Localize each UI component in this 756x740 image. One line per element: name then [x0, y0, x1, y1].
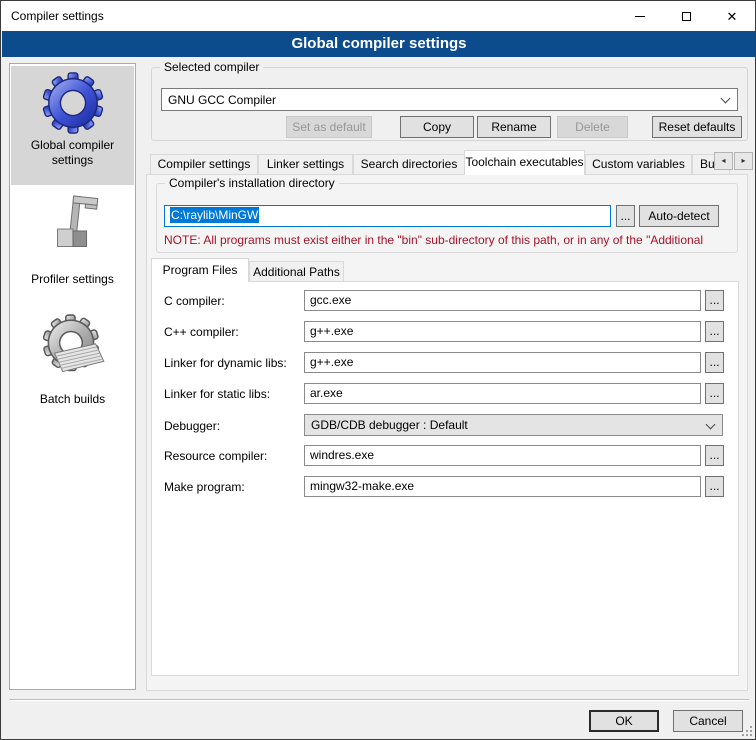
- static-linker-browse-button[interactable]: ...: [705, 383, 724, 404]
- tab-additional-paths[interactable]: Additional Paths: [249, 261, 344, 282]
- chevron-down-icon: [706, 420, 716, 430]
- gray-gear-stack-icon: [40, 312, 106, 388]
- sidebar-item-label: Global compiler settings: [11, 138, 134, 168]
- sidebar-item-global-compiler-settings[interactable]: Global compiler settings: [11, 72, 134, 168]
- tab-program-files[interactable]: Program Files: [151, 258, 249, 282]
- title-bar[interactable]: Compiler settings ✕: [1, 1, 755, 31]
- c-compiler-input[interactable]: gcc.exe: [304, 290, 701, 311]
- blue-gear-icon: [42, 72, 104, 134]
- rename-button[interactable]: Rename: [477, 116, 551, 138]
- tab-search-directories[interactable]: Search directories: [353, 154, 465, 174]
- auto-detect-button[interactable]: Auto-detect: [639, 205, 719, 227]
- make-program-label: Make program:: [164, 480, 245, 494]
- make-program-input[interactable]: mingw32-make.exe: [304, 476, 701, 497]
- static-linker-input[interactable]: ar.exe: [304, 383, 701, 404]
- close-icon: ✕: [727, 10, 738, 23]
- compiler-select[interactable]: GNU GCC Compiler: [161, 88, 738, 111]
- dialog-header: Global compiler settings: [2, 31, 756, 57]
- maximize-icon: [682, 12, 691, 21]
- resize-grip[interactable]: [741, 725, 752, 736]
- dynamic-linker-input[interactable]: g++.exe: [304, 352, 701, 373]
- resource-compiler-input[interactable]: windres.exe: [304, 445, 701, 466]
- installation-directory-group-label: Compiler's installation directory: [165, 176, 339, 190]
- arrow-left-icon: ◂: [721, 156, 725, 165]
- close-button[interactable]: ✕: [709, 1, 755, 31]
- c-compiler-label: C compiler:: [164, 294, 225, 308]
- static-linker-label: Linker for static libs:: [164, 387, 270, 401]
- tab-scroll-right-button[interactable]: ▸: [734, 152, 753, 170]
- selected-compiler-group-label: Selected compiler: [160, 60, 263, 74]
- c-compiler-browse-button[interactable]: ...: [705, 290, 724, 311]
- resource-compiler-browse-button[interactable]: ...: [705, 445, 724, 466]
- arrow-right-icon: ▸: [741, 156, 745, 165]
- tab-scroll-left-button[interactable]: ◂: [714, 152, 733, 170]
- make-program-browse-button[interactable]: ...: [705, 476, 724, 497]
- tab-toolchain-executables[interactable]: Toolchain executables: [464, 150, 585, 175]
- cpp-compiler-browse-button[interactable]: ...: [705, 321, 724, 342]
- chevron-down-icon: [721, 94, 731, 104]
- sidebar-item-batch-builds[interactable]: Batch builds: [11, 312, 134, 407]
- cpp-compiler-label: C++ compiler:: [164, 325, 239, 339]
- reset-defaults-button[interactable]: Reset defaults: [652, 116, 742, 138]
- tab-custom-variables[interactable]: Custom variables: [585, 154, 692, 174]
- sidebar-item-profiler-settings[interactable]: Profiler settings: [11, 192, 134, 287]
- installation-directory-browse-button[interactable]: ...: [616, 205, 635, 227]
- debugger-select-value: GDB/CDB debugger : Default: [311, 418, 468, 432]
- sidebar-item-label: Batch builds: [11, 392, 134, 407]
- maximize-button[interactable]: [663, 1, 709, 31]
- tab-linker-settings[interactable]: Linker settings: [258, 154, 353, 174]
- tab-compiler-settings[interactable]: Compiler settings: [150, 154, 258, 174]
- dynamic-linker-browse-button[interactable]: ...: [705, 352, 724, 373]
- footer-divider: [9, 699, 749, 701]
- compiler-settings-dialog: Compiler settings ✕ Global compiler sett…: [0, 0, 756, 740]
- cpp-compiler-input[interactable]: g++.exe: [304, 321, 701, 342]
- installation-directory-input[interactable]: C:\raylib\MinGW: [164, 205, 611, 227]
- delete-button[interactable]: Delete: [557, 116, 628, 138]
- cancel-button[interactable]: Cancel: [673, 710, 743, 732]
- debugger-label: Debugger:: [164, 419, 220, 433]
- set-as-default-button[interactable]: Set as default: [286, 116, 372, 138]
- sidebar-item-label: Profiler settings: [11, 272, 134, 287]
- compiler-select-value: GNU GCC Compiler: [168, 93, 276, 107]
- installation-directory-selected-text: C:\raylib\MinGW: [170, 207, 259, 223]
- copy-button[interactable]: Copy: [400, 116, 474, 138]
- ok-button[interactable]: OK: [589, 710, 659, 732]
- settings-category-list: Global compiler settings Profiler settin…: [9, 63, 136, 690]
- minimize-button[interactable]: [617, 1, 663, 31]
- debugger-select[interactable]: GDB/CDB debugger : Default: [304, 414, 723, 436]
- resource-compiler-label: Resource compiler:: [164, 449, 267, 463]
- bin-subdirectory-note: NOTE: All programs must exist either in …: [164, 233, 730, 247]
- window-title: Compiler settings: [11, 9, 104, 23]
- dynamic-linker-label: Linker for dynamic libs:: [164, 356, 287, 370]
- minimize-icon: [635, 16, 645, 17]
- caliper-icon: [42, 192, 104, 268]
